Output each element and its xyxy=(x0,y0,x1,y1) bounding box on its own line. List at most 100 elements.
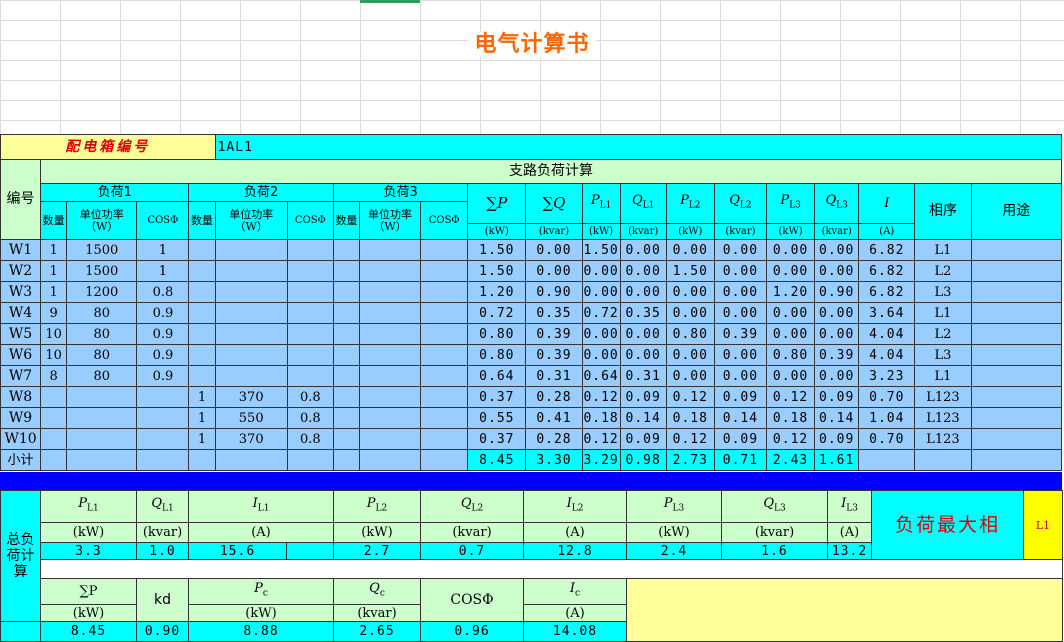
branch-cell-pl3[interactable]: 0.00 xyxy=(766,260,816,282)
branch-cell-ph[interactable]: L2 xyxy=(914,323,972,345)
branch-cell-w1[interactable]: 1500 xyxy=(66,260,138,282)
branch-cell-i[interactable]: 3.64 xyxy=(858,302,916,324)
total-hdr-pl1[interactable]: PL1 xyxy=(40,490,137,523)
branch-cell-pl1[interactable]: 0.18 xyxy=(581,407,621,429)
branch-cell-c1[interactable]: 1 xyxy=(136,239,190,261)
branch-cell-c3[interactable] xyxy=(420,323,469,345)
branch-cell-w1[interactable]: 80 xyxy=(66,365,138,387)
branch-cell-w1[interactable] xyxy=(66,386,138,408)
branch-cell-ql3[interactable]: 0.14 xyxy=(814,407,860,429)
branch-cell-use[interactable] xyxy=(970,239,1063,261)
total-load-label[interactable]: 总负荷计算 xyxy=(0,490,41,622)
branch-cell-q1[interactable]: 10 xyxy=(40,323,68,345)
header-ql1[interactable]: QL1 xyxy=(619,183,667,224)
branch-cell-pl1[interactable]: 0.00 xyxy=(581,281,621,303)
branch-cell-w3[interactable] xyxy=(358,239,422,261)
branch-cell-q2[interactable] xyxy=(188,302,216,324)
branch-cell-c3[interactable] xyxy=(420,239,469,261)
branch-cell-sq[interactable]: 0.90 xyxy=(525,281,583,303)
branch-cell-c3[interactable] xyxy=(420,428,469,450)
branch-cell-w2[interactable] xyxy=(214,239,288,261)
branch-cell-sq[interactable]: 0.28 xyxy=(525,386,583,408)
header-phase[interactable]: 相序 xyxy=(914,183,972,240)
max-load-phase-label[interactable]: 负荷最大相 xyxy=(871,490,1024,560)
page-title[interactable]: 电气计算书 xyxy=(0,26,1064,58)
branch-cell-ph[interactable]: L123 xyxy=(914,386,972,408)
branch-cell-w1[interactable]: 80 xyxy=(66,344,138,366)
branch-cell-pl3[interactable]: 0.00 xyxy=(766,239,816,261)
branch-cell-sq[interactable]: 0.00 xyxy=(525,239,583,261)
branch-cell-c2[interactable] xyxy=(286,323,334,345)
header-ql3[interactable]: QL3 xyxy=(814,183,860,224)
header-current[interactable]: I xyxy=(858,183,916,224)
branch-cell-pl2[interactable]: 0.00 xyxy=(665,281,715,303)
branch-cell-pl2[interactable]: 1.50 xyxy=(665,260,715,282)
branch-cell-q3[interactable] xyxy=(332,386,360,408)
branch-cell-w2[interactable]: 370 xyxy=(214,428,288,450)
branch-cell-pl1[interactable]: 0.00 xyxy=(581,323,621,345)
branch-cell-ql3[interactable]: 0.00 xyxy=(814,302,860,324)
branch-cell-ql3[interactable]: 0.90 xyxy=(814,281,860,303)
header-load2[interactable]: 负荷2 xyxy=(188,183,334,202)
branch-number-cell[interactable]: W1 xyxy=(0,239,42,261)
header-number[interactable]: 编号 xyxy=(0,159,42,240)
total-unit-il3[interactable]: (A) xyxy=(827,522,872,543)
total-hdr-cos[interactable]: COSΦ xyxy=(420,578,524,622)
header-ql2[interactable]: QL2 xyxy=(713,183,768,224)
branch-cell-c3[interactable] xyxy=(420,281,469,303)
header-unit-power2[interactable]: 单位功率（W） xyxy=(214,201,288,240)
total-hdr-ic[interactable]: Ic xyxy=(523,578,627,605)
branch-cell-pl3[interactable]: 0.00 xyxy=(766,302,816,324)
branch-cell-q3[interactable] xyxy=(332,239,360,261)
branch-cell-c2[interactable] xyxy=(286,260,334,282)
branch-cell-c3[interactable] xyxy=(420,365,469,387)
branch-cell-q2[interactable]: 1 xyxy=(188,407,216,429)
subtotal-cell[interactable] xyxy=(214,449,288,471)
total-sum-p-value[interactable]: 8.45 xyxy=(40,621,137,642)
total-unit-pl3[interactable]: (kW) xyxy=(626,522,722,543)
subtotal-cell[interactable] xyxy=(420,449,469,471)
unit-sum-p[interactable]: (kW) xyxy=(467,223,527,240)
branch-cell-ql3[interactable]: 0.09 xyxy=(814,428,860,450)
branch-cell-ql2[interactable]: 0.00 xyxy=(713,260,768,282)
branch-cell-w3[interactable] xyxy=(358,365,422,387)
unit-ql1[interactable]: (kvar) xyxy=(619,223,667,240)
branch-cell-q2[interactable] xyxy=(188,281,216,303)
branch-cell-pl2[interactable]: 0.12 xyxy=(665,386,715,408)
total-ql1[interactable]: 1.0 xyxy=(136,542,189,560)
subtotal-cell[interactable] xyxy=(858,449,916,471)
total-hdr-il1[interactable]: IL1 xyxy=(188,490,334,523)
branch-cell-c2[interactable] xyxy=(286,239,334,261)
branch-cell-w3[interactable] xyxy=(358,428,422,450)
branch-cell-w3[interactable] xyxy=(358,344,422,366)
branch-cell-i[interactable]: 4.04 xyxy=(858,344,916,366)
branch-cell-c3[interactable] xyxy=(420,344,469,366)
branch-cell-pl1[interactable]: 0.64 xyxy=(581,365,621,387)
branch-cell-use[interactable] xyxy=(970,407,1063,429)
total-unit-ql1[interactable]: (kvar) xyxy=(136,522,189,543)
total-hdr-kd[interactable]: kd xyxy=(136,578,189,622)
total-unit-ic[interactable]: (A) xyxy=(523,604,627,622)
total-unit-pl2[interactable]: (kW) xyxy=(333,522,421,543)
branch-cell-q3[interactable] xyxy=(332,281,360,303)
total-hdr-ql1[interactable]: QL1 xyxy=(136,490,189,523)
branch-cell-ql2[interactable]: 0.14 xyxy=(713,407,768,429)
branch-cell-sp[interactable]: 0.72 xyxy=(467,302,527,324)
header-load3[interactable]: 负荷3 xyxy=(332,183,469,202)
branch-cell-ph[interactable]: L1 xyxy=(914,239,972,261)
branch-cell-use[interactable] xyxy=(970,323,1063,345)
header-pl2[interactable]: PL2 xyxy=(665,183,715,224)
branch-cell-i[interactable]: 1.04 xyxy=(858,407,916,429)
branch-cell-pl1[interactable]: 0.00 xyxy=(581,344,621,366)
branch-cell-ph[interactable]: L3 xyxy=(914,281,972,303)
total-ic-value[interactable]: 14.08 xyxy=(523,621,627,642)
branch-cell-q3[interactable] xyxy=(332,302,360,324)
branch-cell-use[interactable] xyxy=(970,365,1063,387)
branch-cell-w3[interactable] xyxy=(358,407,422,429)
branch-cell-q1[interactable] xyxy=(40,386,68,408)
branch-cell-q1[interactable]: 1 xyxy=(40,260,68,282)
branch-cell-ql3[interactable]: 0.00 xyxy=(814,260,860,282)
branch-cell-i[interactable]: 4.04 xyxy=(858,323,916,345)
branch-cell-ql2[interactable]: 0.00 xyxy=(713,365,768,387)
branch-number-cell[interactable]: W10 xyxy=(0,428,42,450)
